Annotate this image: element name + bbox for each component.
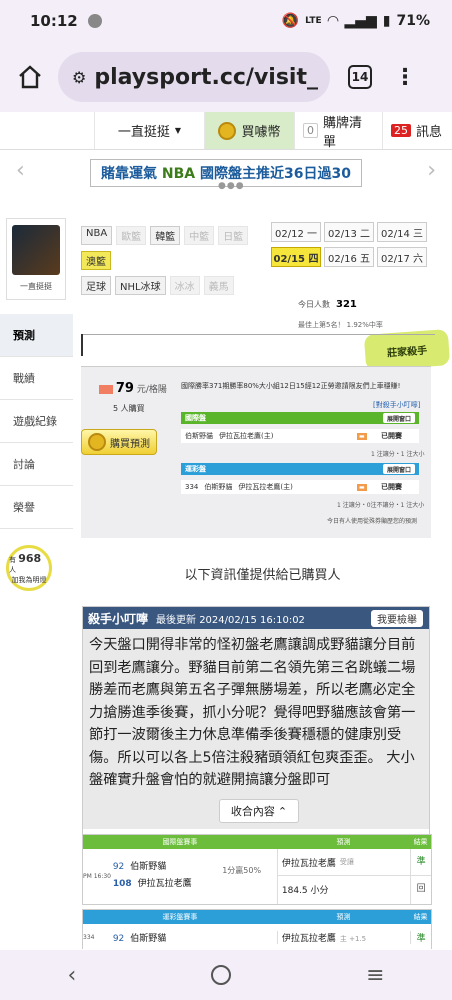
date-0214[interactable]: 02/14 三 [377,222,427,242]
cart-count-badge: 0 [303,123,318,138]
signal-icon: ▂▄▆ [344,13,377,29]
chevron-right-icon[interactable]: › [427,158,436,183]
home-icon [19,65,41,89]
browser-toolbar: ⚙ playsport.cc/visit_ 14 ⋮ [0,42,452,112]
home-circle-icon[interactable] [211,965,232,985]
clock: 10:12 [30,12,78,30]
notification-icon [87,14,102,28]
carousel-dots: ●●● [218,181,245,191]
url-text: playsport.cc/visit_ [94,64,318,90]
chevron-left-icon[interactable]: ‹ [16,158,25,183]
wifi-icon: ◠ [327,13,339,29]
avatar-name: 一直挺挺 [20,282,52,291]
address-bar[interactable]: ⚙ playsport.cc/visit_ [58,52,330,102]
tab-switcher-button[interactable]: 14 [348,65,372,89]
league-nhl[interactable]: NHL冰球 [115,276,166,295]
intl-row: 伯斯野貓 伊拉瓦拉老鷹(主) ▬ 已開賽 [181,429,419,443]
league-au[interactable]: 澳籃 [81,251,111,270]
buy-prediction-button[interactable]: 購買預測 [81,429,157,455]
home-button[interactable] [14,61,46,93]
league-kr[interactable]: 韓籃 [150,226,181,245]
recents-icon[interactable]: ≡ [366,963,384,988]
buyer-count: 5 人購買 [113,404,145,413]
sidebar-item-record[interactable]: 戰績 [0,357,73,400]
sidebar-item-honor[interactable]: 榮譽 [0,486,73,529]
status-bar: 10:12 🔕 LTE ◠ ▂▄▆ ▮ 71% [0,0,452,42]
follower-count: 968 [18,551,42,565]
battery-level: 71% [396,13,430,29]
sidebar-item-discuss[interactable]: 討論 [0,443,73,486]
today-visitors: 今日人數 321 [298,299,357,310]
intl-result-table: 國際盤賽事 預測 結果 PM 16:30 92 伯斯野貓 108 伊拉瓦拉老鷹 1分… [82,834,432,905]
play-tag-icon-2: ▬ [357,483,367,491]
date-picker: 02/12 一 02/13 二 02/14 三 02/15 四 02/16 五 … [271,222,427,267]
lte-icon: LTE [305,16,322,26]
chevron-up-icon: ⌃ [277,804,288,818]
back-icon[interactable]: ‹ [67,963,76,988]
price-tag-icon [99,385,113,394]
caret-down-icon: ▼ [174,126,182,135]
message-link[interactable]: 25 訊息 [383,112,450,149]
site-settings-icon[interactable]: ⚙ [72,68,86,87]
android-nav-bar: ‹ ≡ [0,950,452,1000]
avatar[interactable]: 一直挺挺 [6,218,66,300]
coin-button[interactable]: 買噱幣 [205,112,295,149]
purchase-panel: 79 元/格陽 5 人購買 購買預測 國際勝率371期勝率80%大小組12日15… [81,366,431,538]
lottery-header: 運彩盤 展開窗口 [181,463,419,475]
league-cn[interactable]: 中籃 [184,226,215,245]
overflow-menu-icon[interactable]: ⋮ [394,65,416,90]
follow-lightbulb[interactable]: 有 968 人 加我為明燈 [6,545,52,591]
notice-text: 國際勝率371期勝率80%大小組12日15經12正勞邀請限友們上車穩賺! [181,382,401,390]
league-filter: NBA 歐籃 韓籃 中籃 日籃 澳籃 足球 NHL冰球 冰冰 義馬 [81,226,261,301]
site-top-nav: 一直挺挺 ▼ 買噱幣 0 購牌清單 25 訊息 [0,112,452,150]
lottery-row: 334 伯斯野貓 伊拉瓦拉老鷹(主) ▬ 已開賽 [181,480,419,494]
killer-badge: 莊家殺手 [363,329,451,371]
lottery-result-table: 運彩盤賽事 預測 結果 334 92 伯斯野貓 伊拉瓦拉老鷹主 +1.5 準 [82,909,432,949]
battery-icon: ▮ [382,13,391,29]
tip-link[interactable]: [對殺手小叮嚀] [373,400,420,410]
league-nba[interactable]: NBA [81,226,113,245]
sidebar-item-game-log[interactable]: 遊戲紀錄 [0,400,73,443]
league-soccer[interactable]: 足球 [81,276,111,295]
user-menu[interactable]: 一直挺挺 ▼ [95,112,205,149]
coin-icon [88,433,106,451]
date-0216[interactable]: 02/16 五 [324,247,374,267]
mute-icon: 🔕 [281,13,300,29]
league-jp[interactable]: 日籃 [218,226,249,245]
open-window-button[interactable]: 展開窗口 [382,413,415,423]
table-row: 334 92 伯斯野貓 伊拉瓦拉老鷹主 +1.5 準 [83,924,431,950]
text-cursor [81,334,83,356]
date-0215[interactable]: 02/15 四 [271,247,321,267]
date-0212[interactable]: 02/12 一 [271,222,321,242]
sidebar: 一直挺挺 預測 戰績 遊戲紀錄 討論 榮譽 有 968 人 加我為明燈 [0,214,73,954]
avatar-image [12,225,60,275]
league-other[interactable]: 義馬 [203,276,234,295]
report-button[interactable]: 我要檢舉 [371,610,423,627]
coin-icon [218,121,237,140]
price-label: 79 元/格陽 [99,381,167,396]
date-0217[interactable]: 02/17 六 [377,247,427,267]
league-eu[interactable]: 歐籃 [116,226,147,245]
play-tag-icon: ▬ [357,432,367,440]
intl-header: 國際盤 展開窗口 [181,412,419,424]
cart-link[interactable]: 0 購牌清單 [295,112,383,150]
league-ice[interactable]: 冰冰 [169,276,200,295]
open-window-button-2[interactable]: 展開窗口 [382,464,415,474]
date-0213[interactable]: 02/13 二 [324,222,374,242]
table-row: PM 16:30 92 伯斯野貓 108 伊拉瓦拉老鷹 1分贏50% 伊拉瓦拉老鷹受… [83,849,432,904]
collapse-button[interactable]: 收合內容 ⌃ [219,799,299,823]
message-count-badge: 25 [391,124,411,137]
best-rank-line: 最佳上第5名！ 1.92%中率 [298,321,383,329]
sidebar-item-predict[interactable]: 預測 [0,314,73,357]
buyer-only-note: 以下資訊僅提供給已購買人 [184,568,341,583]
